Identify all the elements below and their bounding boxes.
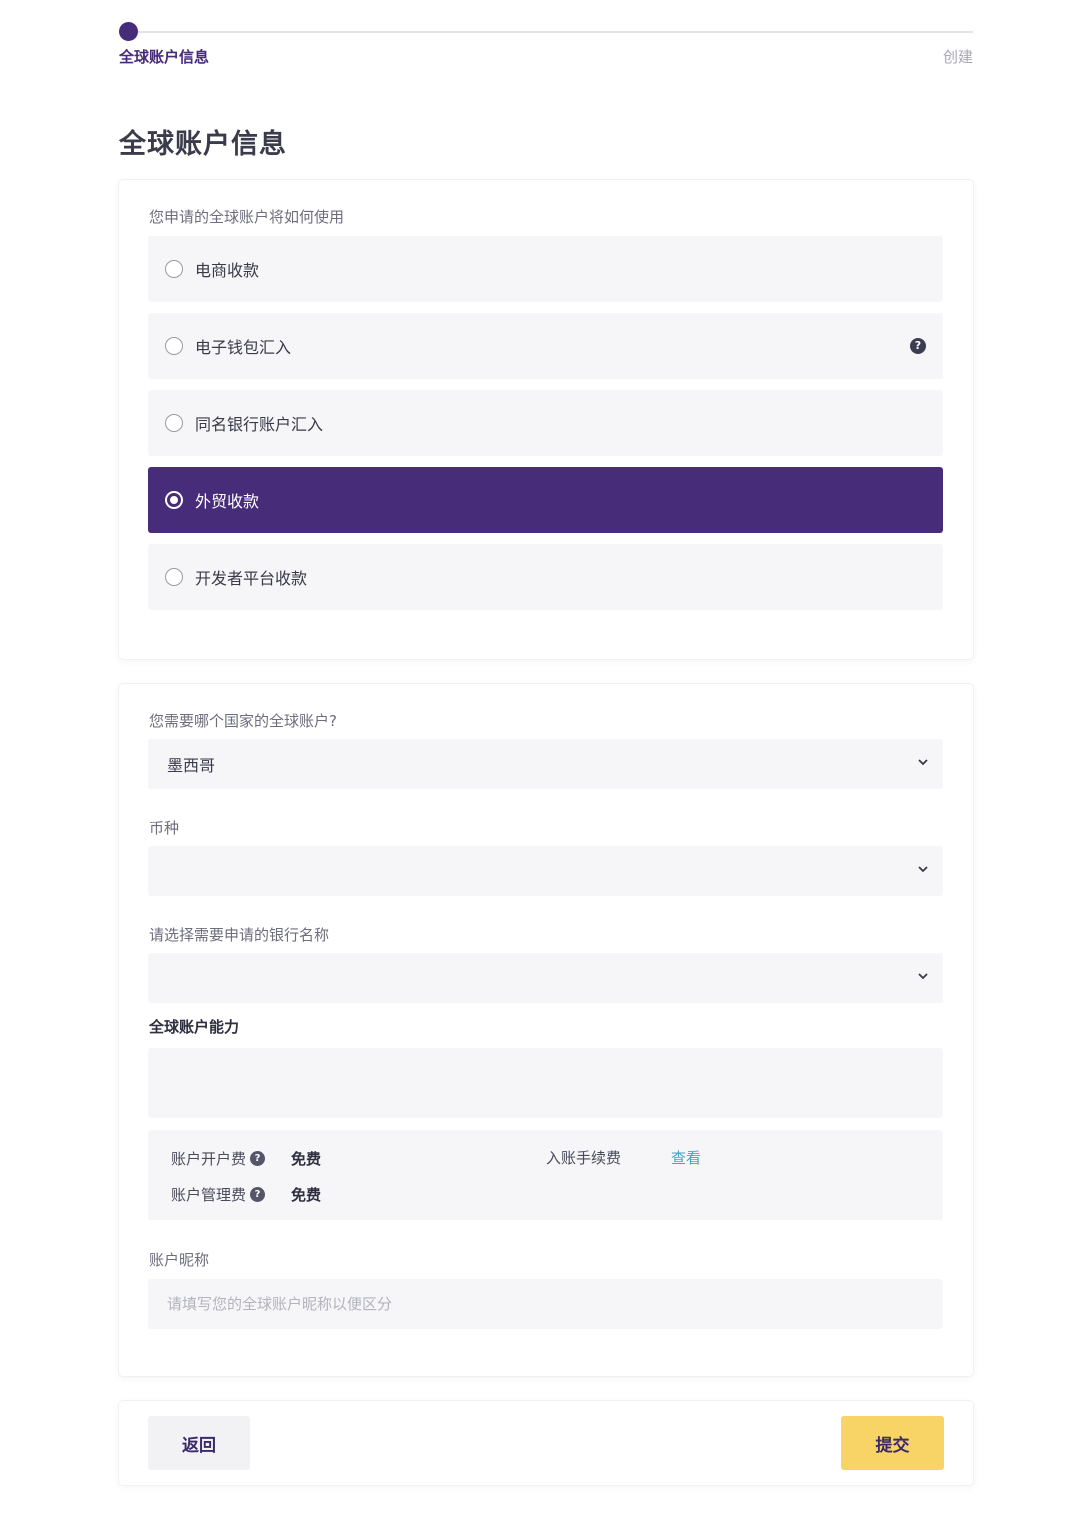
option-label: 电子钱包汇入 xyxy=(195,338,292,357)
submit-button[interactable]: 提交 xyxy=(841,1416,944,1470)
actions-card: 返回 提交 xyxy=(119,1401,973,1485)
question-icon[interactable]: ? xyxy=(250,1187,266,1202)
radio-icon[interactable] xyxy=(165,568,183,586)
incoming-fee-row: 入账手续费 查看 xyxy=(546,1147,701,1168)
radio-checked-icon[interactable] xyxy=(165,491,183,509)
fees-box: 账户开户费 ? 免费 账户管理费 ? 免费 入账手续费 查看 xyxy=(148,1130,943,1220)
country-label: 您需要哪个国家的全球账户? xyxy=(149,712,337,730)
stepper-track xyxy=(129,31,973,33)
progress-stepper: 全球账户信息 创建 xyxy=(119,20,973,68)
chevron-down-icon xyxy=(918,973,928,980)
currency-label: 币种 xyxy=(149,819,180,837)
option-label: 开发者平台收款 xyxy=(195,569,308,588)
view-incoming-fee-link[interactable]: 查看 xyxy=(671,1147,701,1168)
bank-label: 请选择需要申请的银行名称 xyxy=(149,926,330,944)
open-fee-value: 免费 xyxy=(291,1150,322,1168)
chevron-down-icon xyxy=(918,759,928,766)
option-foreign-trade[interactable]: 外贸收款 xyxy=(148,467,943,533)
country-value: 墨西哥 xyxy=(167,756,216,775)
capability-label: 全球账户能力 xyxy=(149,1018,240,1036)
option-label: 同名银行账户汇入 xyxy=(195,415,324,434)
manage-fee-row: 账户管理费 ? 免费 xyxy=(171,1184,321,1205)
manage-fee-label: 账户管理费 xyxy=(171,1186,247,1204)
radio-icon[interactable] xyxy=(165,337,183,355)
question-icon[interactable]: ? xyxy=(250,1151,266,1166)
page: 全球账户信息 创建 全球账户信息 您申请的全球账户将如何使用 电商收款 电子钱包… xyxy=(0,0,1080,1516)
radio-icon[interactable] xyxy=(165,414,183,432)
nickname-input[interactable] xyxy=(148,1279,943,1329)
option-label: 电商收款 xyxy=(195,261,260,280)
account-details-card: 您需要哪个国家的全球账户? 墨西哥 币种 请选择需要申请的银行名称 全球账户能力 xyxy=(119,684,973,1376)
open-fee-label: 账户开户费 xyxy=(171,1150,247,1168)
option-developer-platform[interactable]: 开发者平台收款 xyxy=(148,544,943,610)
nickname-label: 账户昵称 xyxy=(149,1251,210,1269)
chevron-down-icon xyxy=(918,866,928,873)
step-label-create: 创建 xyxy=(942,48,973,66)
manage-fee-value: 免费 xyxy=(291,1186,322,1204)
open-fee-row: 账户开户费 ? 免费 xyxy=(171,1148,321,1169)
question-icon[interactable]: ? xyxy=(910,338,926,354)
usage-card: 您申请的全球账户将如何使用 电商收款 电子钱包汇入 ? 同名银行账户汇入 外贸收… xyxy=(119,180,973,659)
option-same-name-bank[interactable]: 同名银行账户汇入 xyxy=(148,390,943,456)
radio-icon[interactable] xyxy=(165,260,183,278)
option-ewallet[interactable]: 电子钱包汇入 ? xyxy=(148,313,943,379)
stepper-current-dot xyxy=(119,22,138,41)
capability-box xyxy=(148,1048,943,1118)
incoming-fee-label: 入账手续费 xyxy=(546,1149,622,1167)
page-title: 全球账户信息 xyxy=(119,129,287,160)
option-ecommerce[interactable]: 电商收款 xyxy=(148,236,943,302)
step-label-account-info: 全球账户信息 xyxy=(119,48,210,66)
usage-label: 您申请的全球账户将如何使用 xyxy=(149,208,345,226)
back-button[interactable]: 返回 xyxy=(148,1416,250,1470)
option-label: 外贸收款 xyxy=(195,492,260,511)
currency-select[interactable] xyxy=(148,846,943,896)
country-select[interactable]: 墨西哥 xyxy=(148,739,943,789)
bank-select[interactable] xyxy=(148,953,943,1003)
